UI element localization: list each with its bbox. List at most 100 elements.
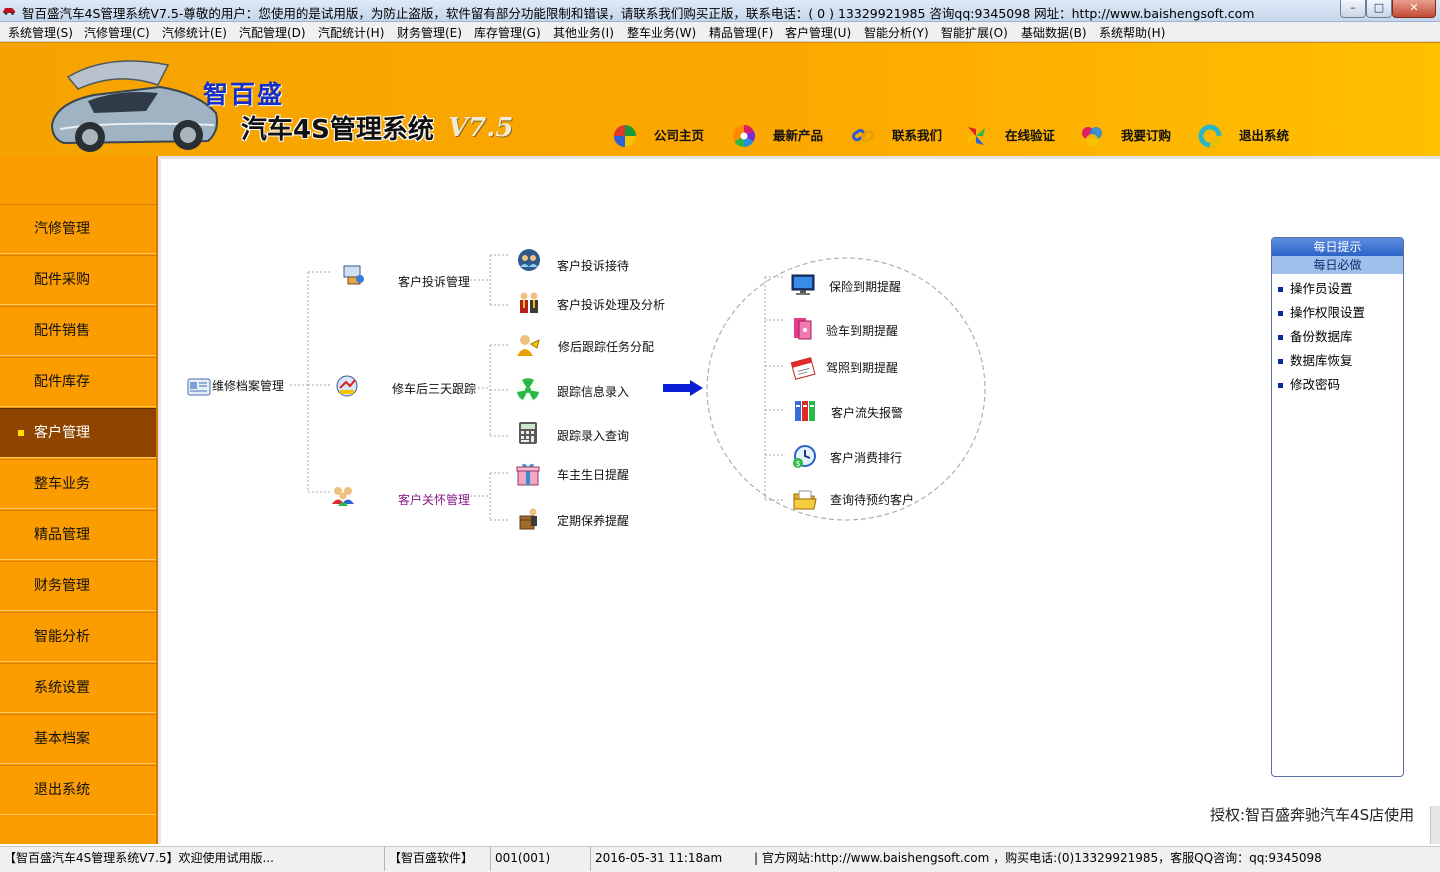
- group-care-label[interactable]: 客户关怀管理: [398, 491, 470, 508]
- svg-text:$: $: [795, 459, 800, 468]
- sidebar-item-finance[interactable]: 财务管理: [0, 561, 156, 611]
- tip-label: 修改密码: [1290, 377, 1341, 392]
- bullet-icon: [1278, 359, 1283, 364]
- complaint-analysis-label[interactable]: 客户投诉处理及分析: [557, 296, 665, 313]
- header-banner: 智百盛 汽车4S管理系统 V7.5 公司主页 最新产品 联系我们 在线验证 我要…: [0, 42, 1440, 156]
- birthday-reminder-label[interactable]: 车主生日提醒: [557, 466, 629, 483]
- insurance-expiry-label[interactable]: 保险到期提醒: [829, 278, 901, 295]
- menu-finance[interactable]: 财务管理(E): [397, 24, 462, 41]
- sidebar-item-parts-sales[interactable]: 配件销售: [0, 306, 156, 356]
- status-app: 【智百盛汽车4S管理系统V7.5】欢迎使用试用版...: [4, 851, 274, 865]
- sidebar-item-label: 系统设置: [34, 680, 90, 696]
- business-people-icon: [520, 292, 538, 313]
- sidebar-item-customer[interactable]: 客户管理: [0, 408, 156, 458]
- sidebar-item-label: 退出系统: [34, 782, 90, 798]
- sidebar-item-settings[interactable]: 系统设置: [0, 663, 156, 713]
- menu-other[interactable]: 其他业务(I): [553, 24, 614, 41]
- folder-pink-icon: [794, 318, 812, 340]
- sidebar-item-repair[interactable]: 汽修管理: [0, 204, 156, 254]
- gift-icon: [516, 463, 540, 486]
- menu-repair-stats[interactable]: 汽修统计(E): [162, 24, 227, 41]
- sidebar-item-label: 客户管理: [34, 425, 90, 441]
- consumption-rank-label[interactable]: 客户消费排行: [830, 449, 902, 466]
- brand-name: 智百盛: [203, 80, 285, 109]
- menu-inventory[interactable]: 库存管理(G): [474, 24, 541, 41]
- bullet-icon: [1278, 383, 1283, 388]
- sidebar-item-exit[interactable]: 退出系统: [0, 765, 156, 815]
- menu-parts-stats[interactable]: 汽配统计(H): [318, 24, 384, 41]
- maximize-button[interactable]: □: [1366, 0, 1392, 18]
- color-wheel-icon: [733, 125, 755, 147]
- maintenance-reminder-label[interactable]: 定期保养提醒: [557, 512, 629, 529]
- inspection-expiry-label[interactable]: 验车到期提醒: [826, 322, 898, 339]
- binders-icon: [795, 401, 815, 421]
- menu-boutique[interactable]: 精品管理(F): [709, 24, 773, 41]
- sidebar-item-label: 配件销售: [34, 323, 90, 339]
- nav-contact-label: 联系我们: [892, 128, 943, 143]
- tip-restore-db[interactable]: 数据库恢复: [1278, 350, 1353, 369]
- nav-home-label: 公司主页: [654, 128, 705, 143]
- minimize-button[interactable]: –: [1340, 0, 1366, 18]
- product-name: 汽车4S管理系统: [241, 115, 434, 145]
- sidebar-item-base-files[interactable]: 基本档案: [0, 714, 156, 764]
- status-bar: 【智百盛汽车4S管理系统V7.5】欢迎使用试用版... 【智百盛软件】 001(…: [0, 846, 1440, 872]
- reception-icon: [518, 249, 540, 271]
- car-app-icon: [3, 8, 15, 15]
- menu-help[interactable]: 系统帮助(H): [1099, 24, 1165, 41]
- status-contact: | 官方网站:http://www.baishengsoft.com ，购买电话…: [754, 851, 1322, 865]
- group-complaint-label[interactable]: 客户投诉管理: [398, 273, 470, 290]
- pie-icon: [614, 125, 636, 147]
- followup-assign-label[interactable]: 修后跟踪任务分配: [558, 338, 654, 355]
- people-group-icon: [332, 487, 354, 506]
- menu-customer[interactable]: 客户管理(U): [785, 24, 851, 41]
- followup-query-label[interactable]: 跟踪录入查询: [557, 427, 629, 444]
- sidebar-item-vehicle[interactable]: 整车业务: [0, 459, 156, 509]
- sidebar-item-boutique[interactable]: 精品管理: [0, 510, 156, 560]
- menu-vehicle[interactable]: 整车业务(W): [627, 24, 696, 41]
- menu-analysis[interactable]: 智能分析(Y): [864, 24, 929, 41]
- menu-repair[interactable]: 汽修管理(C): [84, 24, 150, 41]
- status-company: 【智百盛软件】: [384, 847, 490, 871]
- sidebar-item-label: 财务管理: [34, 578, 90, 594]
- sidebar-item-label: 配件库存: [34, 374, 90, 390]
- version-label: V7.5: [448, 113, 514, 143]
- maintenance-worker-icon: [519, 508, 537, 530]
- daily-tips-panel: 每日提示 每日必做 操作员设置 操作权限设置 备份数据库 数据库恢复 修改密码: [1271, 237, 1404, 777]
- menu-base-data[interactable]: 基础数据(B): [1021, 24, 1087, 41]
- sidebar-item-parts-purchase[interactable]: 配件采购: [0, 255, 156, 305]
- nav-exit-label: 退出系统: [1239, 128, 1290, 143]
- tip-operator-settings[interactable]: 操作员设置: [1278, 278, 1353, 297]
- flow-root-label[interactable]: 维修档案管理: [212, 377, 284, 394]
- complaint-reception-label[interactable]: 客户投诉接待: [557, 257, 629, 274]
- sidebar-item-label: 精品管理: [34, 527, 90, 543]
- tip-label: 数据库恢复: [1290, 353, 1353, 368]
- followup-entry-label[interactable]: 跟踪信息录入: [557, 383, 629, 400]
- sidebar-item-label: 汽修管理: [34, 221, 90, 237]
- tip-permission-settings[interactable]: 操作权限设置: [1278, 302, 1365, 321]
- license-expiry-label[interactable]: 驾照到期提醒: [826, 359, 898, 376]
- menu-parts[interactable]: 汽配管理(D): [239, 24, 306, 41]
- tips-subtitle: 每日必做: [1272, 256, 1403, 274]
- vertical-scrollbar[interactable]: [1430, 806, 1440, 844]
- status-datetime: 2016-05-31 11:18am: [590, 847, 750, 871]
- calculator-icon: [519, 422, 537, 444]
- nav-products-label: 最新产品: [773, 128, 824, 143]
- pending-booking-label[interactable]: 查询待预约客户: [830, 491, 914, 508]
- sidebar-item-parts-stock[interactable]: 配件库存: [0, 357, 156, 407]
- sidebar-item-label: 整车业务: [34, 476, 90, 492]
- close-button[interactable]: ✕: [1392, 0, 1436, 18]
- tip-change-password[interactable]: 修改密码: [1278, 374, 1340, 393]
- nav-verify-label: 在线验证: [1005, 128, 1056, 143]
- tip-label: 操作权限设置: [1290, 305, 1366, 320]
- bullet-icon: [1278, 335, 1283, 340]
- sidebar-item-analysis[interactable]: 智能分析: [0, 612, 156, 662]
- tip-backup-db[interactable]: 备份数据库: [1278, 326, 1353, 345]
- customer-loss-label[interactable]: 客户流失报警: [831, 404, 903, 421]
- sidebar-item-label: 基本档案: [34, 731, 90, 747]
- menu-system[interactable]: 系统管理(S): [8, 24, 73, 41]
- open-folder-icon: [793, 490, 817, 510]
- menu-extension[interactable]: 智能扩展(O): [941, 24, 1008, 41]
- group-tracking-label[interactable]: 修车后三天跟踪: [392, 380, 476, 397]
- sports-car-logo: [50, 60, 218, 152]
- window-title: 智百盛汽车4S管理系统V7.5-尊敬的用户：您使用的是试用版，为防止盗版，软件留…: [22, 6, 1255, 21]
